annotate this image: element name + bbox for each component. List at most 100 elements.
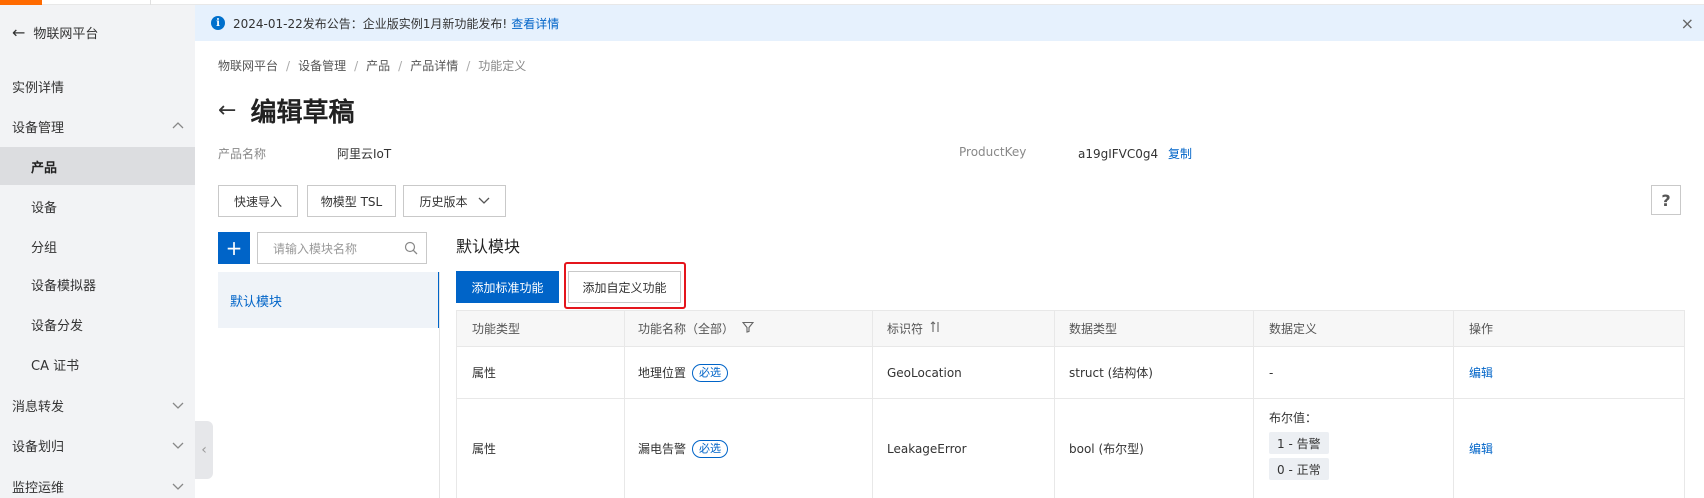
sidebar-item-products[interactable]: 产品 xyxy=(0,147,195,185)
product-name-value: 阿里云IoT xyxy=(337,147,392,161)
table-col-divider xyxy=(1453,310,1454,498)
header-function-name: 功能名称（全部） xyxy=(638,310,755,347)
back-arrow-icon[interactable]: ← xyxy=(218,98,236,123)
sidebar-item-label: 实例详情 xyxy=(12,80,65,96)
bool-value-chip: 1 - 告警 xyxy=(1269,432,1329,454)
chevron-down-icon xyxy=(171,479,185,493)
info-icon: i xyxy=(211,16,225,30)
chevron-left-icon: ‹ xyxy=(201,442,207,458)
table-col-divider xyxy=(624,310,625,498)
header-data-type: 数据类型 xyxy=(1069,322,1118,336)
sidebar-back-link[interactable]: ← 物联网平台 xyxy=(12,23,98,42)
table-border-left xyxy=(456,310,457,498)
breadcrumb-separator: / xyxy=(354,58,359,73)
row1-name-label: 地理位置 xyxy=(638,366,687,380)
announcement-text: 2024-01-22发布公告：企业版实例1月新功能发布! xyxy=(233,16,508,31)
sidebar-item-monitoring[interactable]: 监控运维 xyxy=(0,467,195,498)
breadcrumb-item[interactable]: 物联网平台 xyxy=(218,57,278,74)
sidebar-item-message-forwarding[interactable]: 消息转发 xyxy=(0,386,195,424)
sidebar-item-instance-details[interactable]: 实例详情 xyxy=(0,67,195,105)
sidebar-collapse-handle[interactable]: ‹ xyxy=(195,421,213,479)
header-function-name-label: 功能名称（全部） xyxy=(638,322,735,336)
table-border-right xyxy=(1684,310,1685,498)
breadcrumb-separator: / xyxy=(286,58,291,73)
add-module-button[interactable]: + xyxy=(218,232,250,264)
sidebar-item-label: 设备 xyxy=(31,200,58,216)
table-col-divider xyxy=(872,310,873,498)
sidebar-item-label: 设备划归 xyxy=(12,439,65,455)
page-header: ← 编辑草稿 xyxy=(218,92,354,129)
tsl-button[interactable]: 物模型 TSL xyxy=(307,185,396,217)
required-badge: 必选 xyxy=(692,439,729,458)
chevron-up-icon xyxy=(171,119,185,133)
copy-link[interactable]: 复制 xyxy=(1168,147,1192,161)
sidebar-item-label: 监控运维 xyxy=(12,480,65,496)
chevron-down-icon xyxy=(478,194,490,209)
sort-icon[interactable] xyxy=(929,321,941,336)
panel-divider xyxy=(439,272,440,498)
row2-datatype: bool (布尔型) xyxy=(1069,442,1144,456)
header-data-definition: 数据定义 xyxy=(1269,322,1318,336)
row2-name-label: 漏电告警 xyxy=(638,442,687,456)
close-icon[interactable]: × xyxy=(1681,14,1694,33)
filter-icon[interactable] xyxy=(741,321,755,336)
sidebar-back-label: 物联网平台 xyxy=(33,27,99,42)
row1-definition: - xyxy=(1269,365,1274,380)
row2-edit-link[interactable]: 编辑 xyxy=(1469,399,1493,498)
row1-name: 地理位置 必选 xyxy=(638,347,729,398)
breadcrumb: 物联网平台 / 设备管理 / 产品 / 产品详情 / 功能定义 xyxy=(218,57,526,74)
sidebar: ← 物联网平台 实例详情 设备管理 产品 设备 分组 设备模拟器 设备分发 CA… xyxy=(0,5,195,498)
header-actions: 操作 xyxy=(1469,322,1494,336)
sidebar-item-device-assignment[interactable]: 设备划归 xyxy=(0,426,195,464)
header-identifier-label: 标识符 xyxy=(887,322,924,336)
sidebar-item-label: 产品 xyxy=(31,160,58,176)
module-item-label: 默认模块 xyxy=(230,294,283,310)
row2-name: 漏电告警 必选 xyxy=(638,399,729,498)
quick-import-button[interactable]: 快速导入 xyxy=(218,185,298,217)
page-title: 编辑草稿 xyxy=(250,98,355,128)
sidebar-item-label: 设备分发 xyxy=(31,318,84,334)
add-standard-function-button[interactable]: 添加标准功能 xyxy=(456,271,559,303)
sidebar-item-label: 消息转发 xyxy=(12,399,65,415)
sidebar-item-device-simulator[interactable]: 设备模拟器 xyxy=(0,265,195,303)
sidebar-item-device-management[interactable]: 设备管理 xyxy=(0,107,195,145)
row2-identifier: LeakageError xyxy=(887,441,967,456)
search-icon[interactable] xyxy=(404,241,418,255)
highlight-box xyxy=(564,262,686,309)
sidebar-item-groups[interactable]: 分组 xyxy=(0,227,195,265)
breadcrumb-current: 功能定义 xyxy=(478,59,527,73)
breadcrumb-item[interactable]: 设备管理 xyxy=(298,57,346,74)
history-version-dropdown[interactable]: 历史版本 xyxy=(403,185,506,217)
product-key-value: a19gIFVC0g4 xyxy=(1078,147,1159,161)
breadcrumb-separator: / xyxy=(398,58,403,73)
product-name-label: 产品名称 xyxy=(218,147,267,161)
back-arrow-icon: ← xyxy=(12,23,26,42)
breadcrumb-item[interactable]: 产品详情 xyxy=(410,57,458,74)
row1-identifier: GeoLocation xyxy=(887,365,962,380)
sidebar-item-label: 设备管理 xyxy=(12,120,65,136)
product-key-value-wrap: a19gIFVC0g4 复制 xyxy=(1078,145,1192,162)
breadcrumb-item[interactable]: 产品 xyxy=(366,57,390,74)
sidebar-item-device-distribution[interactable]: 设备分发 xyxy=(0,305,195,343)
table-col-divider xyxy=(1253,310,1254,498)
history-version-label: 历史版本 xyxy=(419,194,468,209)
help-button[interactable]: ? xyxy=(1651,185,1681,215)
product-key-label: ProductKey xyxy=(959,145,1027,159)
row1-edit-link[interactable]: 编辑 xyxy=(1469,347,1493,398)
product-name-value-wrap: 阿里云IoT xyxy=(337,145,391,162)
table-col-divider xyxy=(1054,310,1055,498)
bool-value-chip: 0 - 正常 xyxy=(1269,458,1329,480)
header-identifier: 标识符 xyxy=(887,310,941,347)
sidebar-item-ca-certificate[interactable]: CA 证书 xyxy=(0,345,195,383)
required-badge: 必选 xyxy=(692,363,729,382)
product-name-row: 产品名称 xyxy=(218,145,266,162)
row2-definition-label: 布尔值： xyxy=(1269,410,1318,425)
breadcrumb-separator: / xyxy=(466,58,471,73)
announcement-link[interactable]: 查看详情 xyxy=(511,15,559,32)
product-key-row: ProductKey xyxy=(959,145,1026,159)
module-title: 默认模块 xyxy=(456,237,521,256)
module-search-input[interactable]: 请输入模块名称 xyxy=(257,232,427,264)
sidebar-item-label: 设备模拟器 xyxy=(31,278,97,294)
sidebar-item-devices[interactable]: 设备 xyxy=(0,187,195,225)
module-list-item[interactable]: 默认模块 xyxy=(218,272,440,328)
